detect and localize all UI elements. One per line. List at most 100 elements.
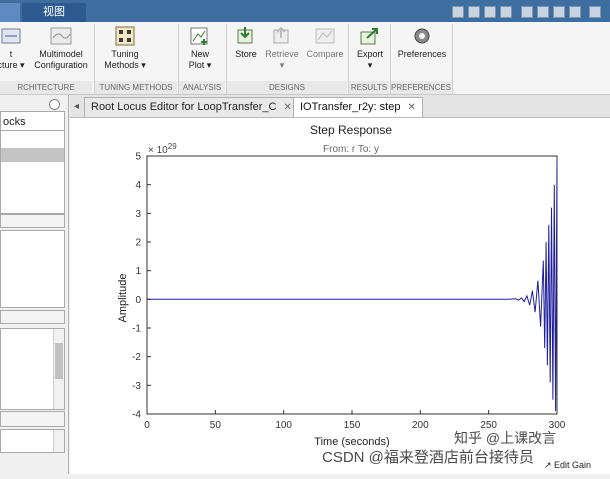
tab-root-locus-label: Root Locus Editor for LoopTransfer_C [91, 101, 277, 113]
store-label: Store [235, 49, 257, 59]
x-tick-label: 150 [344, 420, 361, 431]
y-axis-label: Amplitude [117, 274, 129, 323]
export-icon [359, 26, 381, 46]
paste-icon[interactable] [500, 6, 512, 18]
y-tick-label: -4 [132, 410, 141, 421]
section-analysis: ANALYSIS [179, 81, 225, 94]
edit-gain-status: ↗ Edit Gain [544, 460, 591, 471]
save-icon[interactable] [452, 6, 464, 18]
watermark-zhihu: 知乎 @上课改言 [454, 430, 557, 446]
export-label: Export [356, 49, 383, 59]
export-button[interactable]: Export ▾ [352, 26, 388, 71]
tab-iotransfer-step[interactable]: IOTransfer_r2y: step ✕ [293, 97, 423, 117]
cut-icon[interactable] [468, 6, 480, 18]
y-tick-label: 4 [135, 180, 141, 191]
watermark-csdn: CSDN @福来登酒店前台接待员 [322, 449, 534, 466]
export-label-2: ▾ [367, 60, 373, 70]
section-architecture: RCHITECTURE [0, 81, 92, 94]
retrieve-icon [271, 26, 293, 46]
preferences-button[interactable]: Preferences [394, 26, 450, 60]
multimodel-label-2: Configuration [34, 60, 88, 70]
section-preferences: PREFERENCES [391, 81, 452, 94]
retrieve-button[interactable]: Retrieve ▾ [263, 26, 301, 71]
panel-divider-bar [0, 214, 65, 228]
ribbon-tab-strip: 视图 [0, 0, 610, 22]
blocks-header-label: ocks [3, 116, 26, 128]
panel-divider-bar [0, 411, 65, 427]
new-plot-button[interactable]: New Plot ▾ [182, 26, 218, 71]
ribbon-tab-home[interactable] [0, 3, 20, 22]
architecture-label-2: cture ▾ [0, 60, 25, 70]
edit-gain-icon: ↗ [544, 460, 555, 470]
toolstrip: t cture ▾ Multimodel Configuration Tunin… [0, 22, 610, 95]
y-tick-label: -1 [132, 324, 141, 335]
edit-gain-label: Edit Gain [554, 460, 592, 470]
preview-list[interactable] [0, 328, 65, 410]
section-results: RESULTS [349, 81, 389, 94]
scrollbar[interactable] [53, 329, 64, 409]
retrieve-label: Retrieve [265, 49, 299, 59]
y-tick-label: 1 [135, 266, 141, 277]
multimodel-label: Multimodel [39, 49, 83, 59]
y-tick-label: 0 [135, 295, 141, 306]
section-tuning-methods: TUNING METHODS [95, 81, 177, 94]
copy-icon[interactable] [484, 6, 496, 18]
redo-icon[interactable] [537, 6, 549, 18]
help-icon[interactable] [569, 6, 581, 18]
preferences-label: Preferences [397, 49, 447, 59]
compare-label: Compare [306, 49, 344, 59]
undo-icon[interactable] [521, 6, 533, 18]
architecture-label: t [9, 49, 13, 59]
y-tick-label: 3 [135, 209, 141, 220]
new-plot-label: New [190, 49, 209, 59]
axes-box [146, 155, 558, 415]
tab-scroll-left-icon[interactable]: ◂ [74, 101, 79, 112]
store-icon [235, 26, 257, 46]
architecture-icon [0, 26, 22, 46]
data-browser-panel: ocks [0, 95, 69, 474]
refresh-icon[interactable] [553, 6, 565, 18]
multimodel-configuration-button[interactable]: Multimodel Configuration [32, 26, 90, 71]
x-tick-label: 0 [144, 420, 150, 431]
gear-icon [411, 26, 433, 46]
panel-divider-bar [0, 310, 65, 324]
tuning-methods-button[interactable]: Tuning Methods ▾ [98, 26, 152, 71]
architecture-button[interactable]: t cture ▾ [0, 26, 30, 71]
x-tick-label: 50 [210, 420, 222, 431]
selected-list-item[interactable] [1, 148, 64, 162]
blocks-list[interactable] [0, 130, 65, 214]
tuning-methods-icon [114, 26, 136, 46]
tab-iotransfer-label: IOTransfer_r2y: step [300, 101, 401, 113]
x-tick-label: 200 [412, 420, 429, 431]
step-response-chart[interactable]: Step Response From: r To: y × 1029 Ampli… [70, 118, 610, 474]
section-divider [452, 24, 453, 94]
chart-title: Step Response [310, 123, 392, 137]
chart-subtitle: From: r To: y [323, 144, 379, 155]
y-tick-label: 2 [135, 238, 141, 249]
new-plot-icon [189, 26, 211, 46]
store-button[interactable]: Store [230, 26, 262, 60]
tab-root-locus-editor[interactable]: Root Locus Editor for LoopTransfer_C ✕ [84, 97, 299, 117]
section-designs: DESIGNS [227, 81, 347, 94]
tuning-label-2: Methods ▾ [104, 60, 146, 70]
close-icon[interactable]: ✕ [284, 102, 292, 113]
close-icon[interactable]: ✕ [408, 102, 416, 113]
document-tab-bar: ◂ Root Locus Editor for LoopTransfer_C ✕… [70, 95, 610, 118]
detail-box[interactable] [0, 429, 65, 453]
y-tick-label: -3 [132, 381, 141, 392]
scrollbar-thumb[interactable] [55, 343, 63, 379]
blocks-header: ocks [0, 111, 65, 131]
expand-icon[interactable] [589, 6, 601, 18]
new-plot-label-2: Plot ▾ [188, 60, 212, 70]
step-response-figure[interactable]: Step Response From: r To: y × 1029 Ampli… [70, 118, 610, 474]
y-tick-label: 5 [135, 152, 141, 163]
scrollbar[interactable] [53, 430, 64, 452]
panel-menu-icon[interactable] [49, 99, 60, 110]
y-tick-label: -2 [132, 352, 141, 363]
tuning-label: Tuning [111, 49, 139, 59]
variables-list[interactable] [0, 230, 65, 308]
compare-button[interactable]: Compare [304, 26, 346, 60]
ribbon-tab-view[interactable]: 视图 [22, 3, 86, 22]
multimodel-icon [50, 26, 72, 46]
y-exponent-label: × 1029 [148, 142, 177, 156]
